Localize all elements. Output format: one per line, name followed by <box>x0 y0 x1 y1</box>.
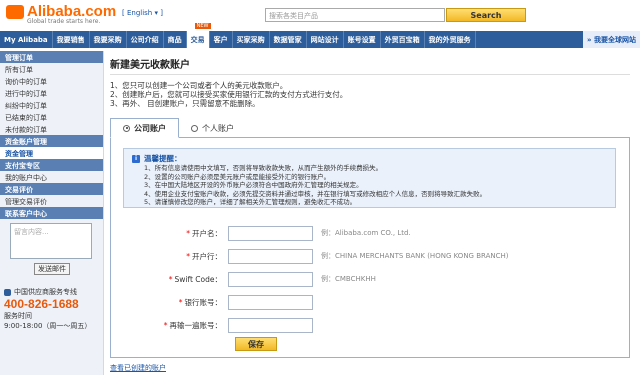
sidebar-section-funds[interactable]: 资金账户管理 <box>0 135 103 147</box>
tip-line: 2、设置的公司账户必须是美元账户或是能接受外汇的银行账户。 <box>144 172 331 181</box>
account-form-panel: i 温馨提醒： 1、所有信息请使用中文填写，否则将导致收款失败，从而产生额外的手… <box>110 138 630 358</box>
tab-personal-account[interactable]: 个人账户 <box>179 119 246 137</box>
swift-code-input[interactable] <box>228 271 313 287</box>
swift-code-label: Swift Code： <box>174 274 222 284</box>
nav-company[interactable]: 公司介绍 <box>127 31 164 48</box>
search-button[interactable]: Search <box>446 8 526 22</box>
sidebar-section-reviews[interactable]: 交易评价 <box>0 183 103 195</box>
nav-my-alibaba[interactable]: My Alibaba <box>0 31 53 48</box>
note-line: 2、创建账户后，您就可以接受买家使用银行汇款的支付方式进行支付。 <box>110 90 348 99</box>
sidebar-item-fund-management[interactable]: 资金管理 <box>0 147 103 159</box>
info-icon: i <box>132 154 140 163</box>
sidebar: 管理订单 所有订单 询价中的订单 进行中的订单 纠纷中的订单 已结束的订单 未付… <box>0 51 104 375</box>
sidebar-section-orders[interactable]: 管理订单 <box>0 51 103 63</box>
confirm-account-input[interactable] <box>228 317 313 333</box>
search-input[interactable]: 搜索各类目产品 <box>265 8 445 22</box>
tips-header: i 温馨提醒： <box>132 153 607 164</box>
sidebar-item-manage-reviews[interactable]: 管理交易评价 <box>0 195 103 207</box>
service-hours-label: 服务时间 <box>4 312 32 320</box>
sidebar-item-closed-orders[interactable]: 已结束的订单 <box>0 111 103 123</box>
phone-icon <box>4 288 11 296</box>
nav-data[interactable]: 数据管家 <box>270 31 307 48</box>
form-row-swift-code: * Swift Code： 例：CMBCHKHH <box>111 271 376 287</box>
save-button[interactable]: 保存 <box>235 337 277 351</box>
account-name-label: 开户名： <box>192 228 222 238</box>
main-nav: My Alibaba 我要销售 我要采购 公司介绍 商品 NEW 交易 客户 买… <box>0 23 640 48</box>
view-created-accounts-link[interactable]: 查看已创建的账户 <box>110 363 166 373</box>
form-row-account-number: * 银行账号： <box>111 294 313 310</box>
bank-name-hint: 例：CHINA MERCHANTS BANK (HONG KONG BRANCH… <box>321 252 509 260</box>
sidebar-item-inquiry-orders[interactable]: 询价中的订单 <box>0 75 103 87</box>
form-row-bank-name: * 开户行： 例：CHINA MERCHANTS BANK (HONG KONG … <box>111 248 509 264</box>
nav-customers[interactable]: 客户 <box>210 31 233 48</box>
confirm-account-label: 再输一遍账号： <box>169 320 223 330</box>
service-hours: 9:00-18:00（周一～周五） <box>4 322 92 330</box>
intro-notes: 1、您只可以创建一个公司或者个人的美元收款账户。 2、创建账户后，您就可以接受买… <box>110 81 635 108</box>
form-row-confirm-account: * 再输一遍账号： <box>111 317 313 333</box>
radio-selected-icon[interactable] <box>123 124 130 132</box>
account-name-hint: 例：Alibaba.com CO., Ltd. <box>321 229 411 237</box>
nav-sell[interactable]: 我要销售 <box>53 31 90 48</box>
bank-name-input[interactable] <box>228 248 313 264</box>
page-title: 新建美元收款账户 <box>110 56 630 75</box>
new-badge: NEW <box>194 23 211 29</box>
tagline: Global trade starts here. <box>27 18 101 25</box>
note-line: 3、再外、 目创建账户，只需留意不能删除。 <box>110 99 260 108</box>
nav-products[interactable]: 商品 <box>164 31 187 48</box>
bank-name-label: 开户行： <box>192 251 222 261</box>
language-selector[interactable]: [ English ▾ ] <box>122 9 163 17</box>
nav-global-site-link[interactable]: » 我要全球网站 <box>583 31 640 48</box>
account-number-label: 银行账号： <box>184 297 223 307</box>
hotline-number: 400-826-1688 <box>4 297 79 311</box>
account-name-input[interactable] <box>228 225 313 241</box>
tip-line: 5、请谨慎修改您的账户，详细了解相关外汇管理规则，避免收汇不成功。 <box>144 198 357 206</box>
nav-toolbox[interactable]: 外贸百宝箱 <box>381 31 425 48</box>
sidebar-item-dispute-orders[interactable]: 纠纷中的订单 <box>0 99 103 111</box>
message-textarea[interactable]: 留言内容... <box>10 223 92 259</box>
tip-line: 3、在中国大陆地区开设的外币账户必须符合中国政府外汇管理的相关规定。 <box>144 181 363 189</box>
main-content: 新建美元收款账户 1、您只可以创建一个公司或者个人的美元收款账户。 2、创建账户… <box>110 51 635 372</box>
header: Alibaba.com Global trade starts here. [ … <box>0 0 640 30</box>
tips-box: i 温馨提醒： 1、所有信息请使用中文填写，否则将导致收款失败，从而产生额外的手… <box>123 148 616 208</box>
nav-buy[interactable]: 我要采购 <box>90 31 127 48</box>
sidebar-item-unpaid-orders[interactable]: 未付款的订单 <box>0 123 103 135</box>
swift-code-hint: 例：CMBCHKHH <box>321 275 376 283</box>
form-row-account-name: * 开户名： 例：Alibaba.com CO., Ltd. <box>111 225 411 241</box>
nav-buyer-purchase[interactable]: 买家采购 <box>233 31 270 48</box>
sidebar-section-contact: 联系客户中心 <box>0 207 103 219</box>
nav-my-services[interactable]: 我的外贸服务 <box>425 31 476 48</box>
nav-site-design[interactable]: 网站设计 <box>307 31 344 48</box>
tip-line: 4、使用企业支付宝账户收款，必须先提交资料并通过审核，并在银行填写或修改相应个人… <box>144 189 487 198</box>
hotline-label: 中国供应商服务专线 <box>4 287 103 297</box>
sidebar-item-account-center[interactable]: 我的账户中心 <box>0 171 103 183</box>
sidebar-item-all-orders[interactable]: 所有订单 <box>0 63 103 75</box>
send-email-button[interactable]: 发送邮件 <box>34 263 70 275</box>
alibaba-logo-icon <box>6 4 24 19</box>
sidebar-item-active-orders[interactable]: 进行中的订单 <box>0 87 103 99</box>
note-line: 1、您只可以创建一个公司或者个人的美元收款账户。 <box>110 81 288 90</box>
tab-company-account[interactable]: 公司账户 <box>110 118 179 138</box>
account-type-tabs: 公司账户 个人账户 <box>110 118 630 138</box>
tip-line: 1、所有信息请使用中文填写，否则将导致收款失败，从而产生额外的手续费损失。 <box>144 164 383 172</box>
account-number-input[interactable] <box>228 294 313 310</box>
sidebar-section-alipay[interactable]: 支付宝专区 <box>0 159 103 171</box>
radio-icon[interactable] <box>191 124 198 132</box>
nav-account-settings[interactable]: 账号设置 <box>344 31 381 48</box>
nav-trade[interactable]: NEW 交易 <box>186 23 211 48</box>
